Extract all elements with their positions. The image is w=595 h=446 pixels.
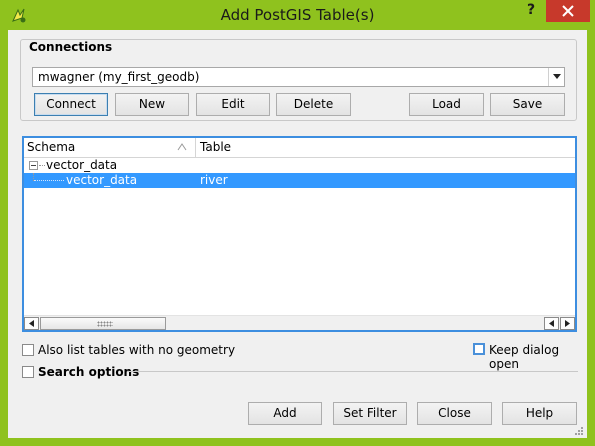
- close-button[interactable]: Close: [417, 402, 492, 425]
- sort-ascending-icon: [177, 143, 187, 151]
- search-options-checkbox[interactable]: [22, 366, 34, 378]
- keep-dialog-open-label: Keep dialog open: [489, 343, 560, 371]
- add-button[interactable]: Add: [248, 402, 322, 425]
- table-header-label: Table: [200, 140, 232, 154]
- edit-connection-button[interactable]: Edit: [196, 93, 270, 116]
- save-connections-button[interactable]: Save: [490, 93, 565, 116]
- window-title: Add PostGIS Table(s): [220, 6, 375, 24]
- horizontal-scrollbar[interactable]: [24, 315, 575, 330]
- tables-tree[interactable]: Schema Table vector_data vector_data riv…: [22, 136, 577, 332]
- table-cell: river: [200, 173, 228, 187]
- delete-connection-button[interactable]: Delete: [276, 93, 351, 116]
- table-column-header[interactable]: Table: [197, 138, 567, 157]
- set-filter-button[interactable]: Set Filter: [333, 402, 407, 425]
- connect-button[interactable]: Connect: [34, 93, 108, 116]
- schema-column-header[interactable]: Schema: [24, 138, 196, 157]
- scrollbar-thumb[interactable]: [40, 317, 166, 330]
- connections-legend: Connections: [26, 40, 116, 54]
- arrow-left-icon: [549, 320, 554, 327]
- scroll-left-button-secondary[interactable]: [544, 317, 559, 330]
- search-options-label: Search options: [38, 365, 140, 379]
- scroll-left-button[interactable]: [24, 317, 39, 330]
- scroll-right-button[interactable]: [560, 317, 575, 330]
- tree-row-schema[interactable]: vector_data: [24, 158, 575, 173]
- collapse-icon[interactable]: [29, 161, 38, 170]
- tree-row-table[interactable]: vector_data river: [24, 173, 575, 188]
- new-connection-button[interactable]: New: [115, 93, 189, 116]
- schema-cell: vector_data: [46, 158, 118, 172]
- load-connections-button[interactable]: Load: [409, 93, 484, 116]
- grip-icon: [97, 321, 113, 327]
- arrow-right-icon: [565, 320, 570, 327]
- tree-header: Schema Table: [24, 138, 575, 158]
- resize-grip-icon[interactable]: [573, 425, 583, 435]
- dropdown-arrow[interactable]: [548, 68, 564, 86]
- arrow-left-icon: [29, 320, 34, 327]
- tree-line: [39, 165, 45, 166]
- connection-select-value: mwagner (my_first_geodb): [38, 70, 200, 84]
- no-geometry-checkbox[interactable]: [22, 344, 34, 356]
- chevron-down-icon: [553, 74, 561, 79]
- help-button[interactable]: Help: [502, 402, 577, 425]
- context-help-button[interactable]: ?: [518, 2, 544, 22]
- schema-header-label: Schema: [27, 140, 76, 154]
- keep-dialog-open-checkbox[interactable]: [473, 343, 485, 355]
- search-options-divider: [127, 371, 578, 372]
- schema-cell: vector_data: [66, 173, 138, 187]
- dialog-body: Connections mwagner (my_first_geodb) Con…: [8, 30, 587, 438]
- title-bar[interactable]: Add PostGIS Table(s) ?: [0, 0, 595, 30]
- close-icon: [562, 5, 574, 17]
- connection-select[interactable]: mwagner (my_first_geodb): [32, 67, 565, 87]
- tree-line: [34, 180, 64, 181]
- no-geometry-label: Also list tables with no geometry: [38, 343, 236, 357]
- close-window-button[interactable]: [546, 0, 590, 22]
- dialog-window: Add PostGIS Table(s) ? Connections mwagn…: [0, 0, 595, 446]
